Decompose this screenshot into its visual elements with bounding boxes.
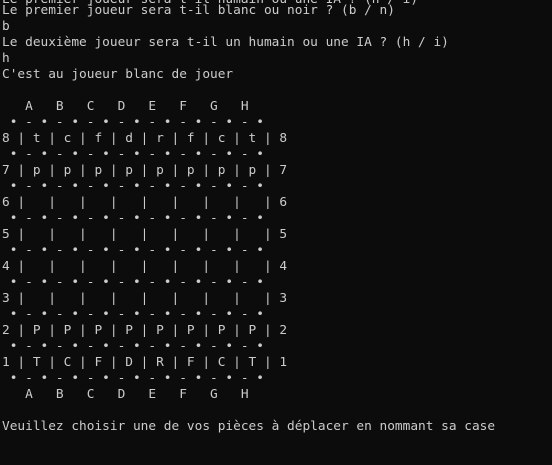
board-rank-8: 8 | t | c | f | d | r | f | c | t | 8 — [2, 131, 288, 146]
board-rank-5: 5 | | | | | | | | | 5 — [2, 227, 288, 242]
board-separator: • - • - • - • - • - • - • - • - • — [2, 147, 264, 162]
prompt-select-piece: Veuillez choisir une de vos pièces à dép… — [2, 419, 496, 434]
board-separator: • - • - • - • - • - • - • - • - • — [2, 339, 264, 354]
board-rank-4: 4 | | | | | | | | | 4 — [2, 259, 288, 274]
board-separator: • - • - • - • - • - • - • - • - • — [2, 371, 264, 386]
board-separator: • - • - • - • - • - • - • - • - • — [2, 243, 264, 258]
board-rank-1: 1 | T | C | F | D | R | F | C | T | 1 — [2, 355, 288, 370]
board-rank-3: 3 | | | | | | | | | 3 — [2, 291, 288, 306]
answer-first-player-color: b — [2, 19, 10, 34]
board-separator: • - • - • - • - • - • - • - • - • — [2, 179, 264, 194]
board-separator: • - • - • - • - • - • - • - • - • — [2, 115, 264, 130]
prompt-second-player-type: Le deuxième joueur sera t-il un humain o… — [2, 35, 449, 50]
answer-second-player-type: h — [2, 51, 10, 66]
board-rank-7: 7 | p | p | p | p | p | p | p | p | 7 — [2, 163, 288, 178]
console-window[interactable]: Le premier joueur sera t-il humain ou un… — [0, 0, 552, 465]
turn-status: C'est au joueur blanc de jouer — [2, 67, 234, 82]
board-separator: • - • - • - • - • - • - • - • - • — [2, 307, 264, 322]
board-rank-6: 6 | | | | | | | | | 6 — [2, 195, 288, 210]
board-file-labels-bottom: A B C D E F G H — [2, 387, 249, 402]
board-separator: • - • - • - • - • - • - • - • - • — [2, 211, 264, 226]
board-rank-2: 2 | P | P | P | P | P | P | P | P | 2 — [2, 323, 288, 338]
board-separator: • - • - • - • - • - • - • - • - • — [2, 275, 264, 290]
board-file-labels-top: A B C D E F G H — [2, 99, 249, 114]
prompt-first-player-color: Le premier joueur sera t-il blanc ou noi… — [2, 3, 395, 18]
